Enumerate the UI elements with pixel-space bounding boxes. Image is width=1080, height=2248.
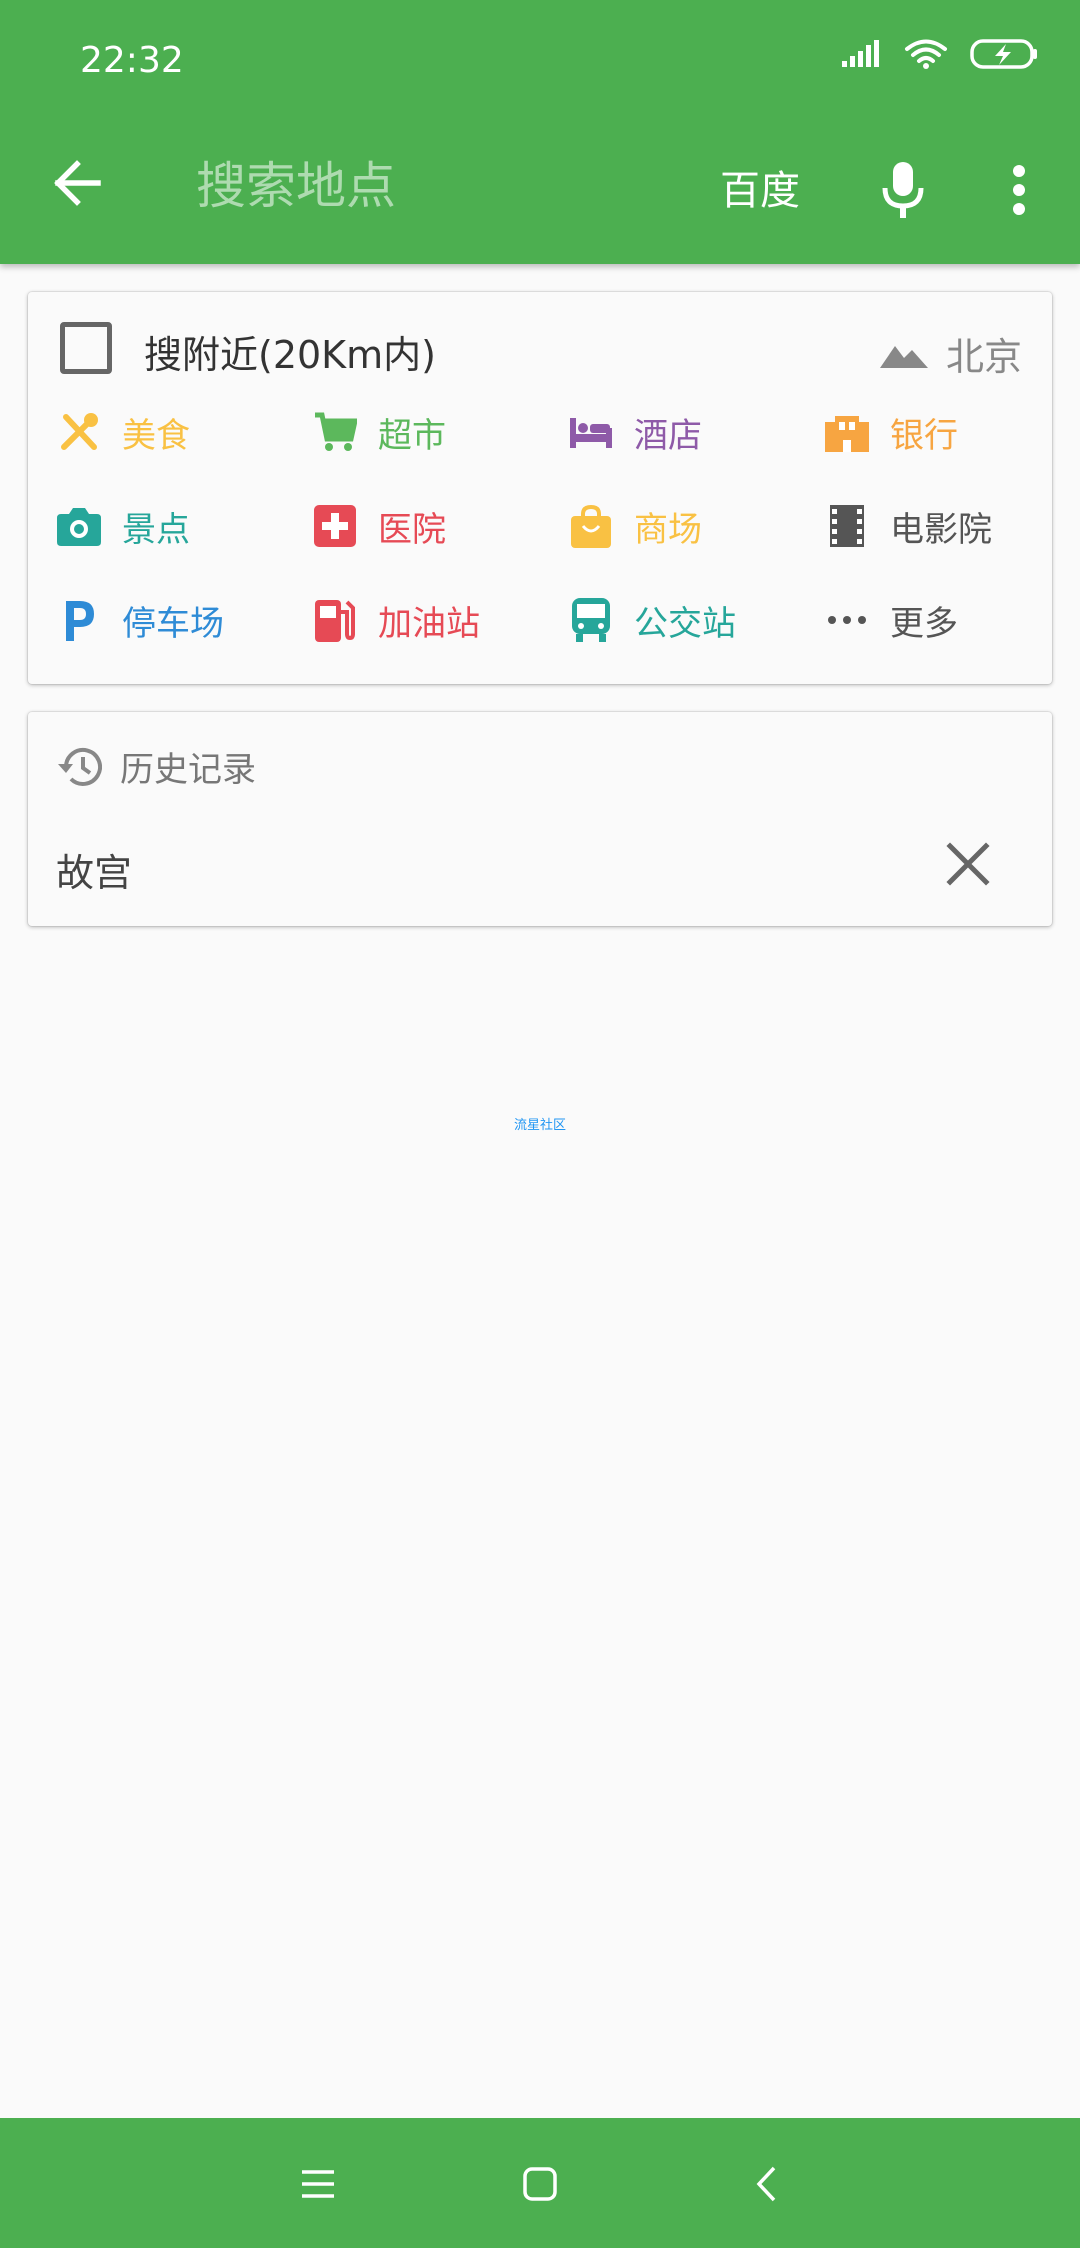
history-header: 历史记录 — [56, 742, 256, 791]
home-square-icon — [523, 2167, 557, 2201]
more-vertical-icon — [1013, 165, 1025, 215]
bed-icon — [568, 409, 614, 455]
category-label: 公交站 — [634, 603, 736, 644]
category-label: 电影院 — [890, 509, 992, 550]
city-label: 北京 — [945, 335, 1022, 379]
category-label: 医院 — [378, 509, 446, 550]
category-label: 加油站 — [378, 603, 480, 644]
nav-home-button[interactable] — [510, 2154, 570, 2214]
history-item[interactable]: 故宫 — [56, 842, 132, 897]
chevron-left-icon — [756, 2166, 776, 2202]
history-icon — [58, 747, 102, 786]
watermark: 流星社区 — [513, 1118, 566, 1133]
gas-station-icon — [312, 597, 358, 643]
nav-menu-button[interactable] — [288, 2154, 348, 2214]
back-button[interactable] — [40, 146, 114, 220]
history-card: 历史记录 故宫 — [28, 712, 1052, 926]
category-parking[interactable]: 停车场 — [56, 590, 296, 650]
mountain-icon — [879, 345, 928, 368]
delete-history-button[interactable] — [946, 842, 990, 886]
arrow-left-icon — [54, 160, 101, 206]
menu-icon — [302, 2170, 334, 2198]
hospital-icon — [312, 503, 358, 549]
camera-icon — [56, 503, 102, 549]
status-time: 22:32 — [80, 40, 184, 81]
bus-icon — [568, 597, 614, 643]
category-gas-station[interactable]: 加油站 — [312, 590, 552, 650]
signal-icon — [842, 40, 879, 67]
category-food[interactable]: 美食 — [56, 402, 296, 462]
category-bank[interactable]: 银行 — [824, 402, 1064, 462]
overflow-menu-button[interactable] — [1004, 154, 1034, 226]
category-attraction[interactable]: 景点 — [56, 496, 296, 556]
category-label: 超市 — [378, 415, 446, 456]
city-selector[interactable]: 北京 — [879, 326, 1022, 381]
app-bar: 22:32 百度 — [0, 0, 1080, 264]
category-label: 停车场 — [122, 603, 224, 644]
more-dots-icon — [824, 597, 870, 643]
category-label: 景点 — [122, 509, 190, 550]
category-label: 商场 — [634, 509, 702, 550]
category-cinema[interactable]: 电影院 — [824, 496, 1064, 556]
history-title: 历史记录 — [120, 750, 256, 790]
category-hotel[interactable]: 酒店 — [568, 402, 808, 462]
battery-charging-icon — [970, 39, 1037, 69]
microphone-icon — [882, 162, 924, 218]
category-more[interactable]: 更多 — [824, 590, 1064, 650]
search-input[interactable] — [196, 146, 676, 226]
shopping-bag-icon — [568, 503, 614, 549]
category-label: 酒店 — [634, 415, 702, 456]
cart-icon — [312, 409, 358, 455]
navigation-bar — [0, 2118, 1080, 2248]
category-label: 银行 — [890, 415, 958, 456]
film-icon — [824, 503, 870, 549]
nearby-card: 搜附近(20Km内) 北京 美食 超市 酒店 银行 景点 医院 商场 电影院 停… — [28, 292, 1052, 684]
category-bus-stop[interactable]: 公交站 — [568, 590, 808, 650]
wifi-icon — [905, 39, 947, 69]
category-label: 更多 — [890, 603, 958, 644]
category-supermarket[interactable]: 超市 — [312, 402, 552, 462]
close-icon — [946, 842, 990, 886]
category-hospital[interactable]: 医院 — [312, 496, 552, 556]
category-label: 美食 — [122, 415, 190, 456]
parking-icon — [56, 597, 102, 643]
category-mall[interactable]: 商场 — [568, 496, 808, 556]
nearby-checkbox[interactable] — [60, 322, 112, 374]
nearby-label[interactable]: 搜附近(20Km内) — [144, 324, 436, 379]
status-icons — [842, 38, 1040, 70]
voice-search-button[interactable] — [872, 154, 934, 226]
bank-24h-icon — [824, 409, 870, 455]
fork-spoon-icon — [56, 409, 102, 455]
search-engine-button[interactable]: 百度 — [720, 158, 800, 216]
nav-back-button[interactable] — [736, 2154, 796, 2214]
